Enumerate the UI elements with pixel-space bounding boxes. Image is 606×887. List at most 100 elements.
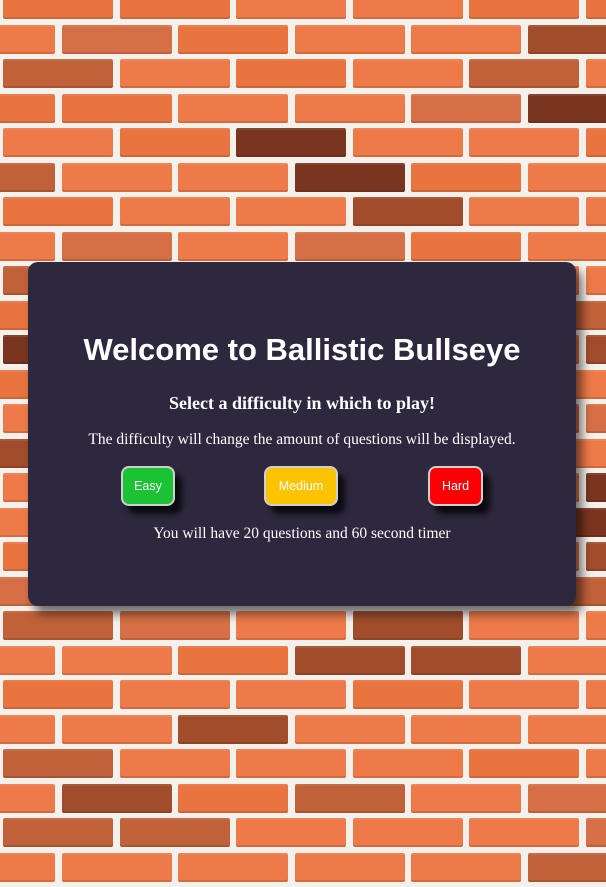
brick <box>527 162 606 192</box>
brick <box>352 197 463 226</box>
brick <box>585 0 606 19</box>
brick <box>178 645 288 675</box>
difficulty-prompt: Select a difficulty in which to play! <box>169 393 435 413</box>
brick <box>3 0 113 19</box>
brick <box>411 714 521 744</box>
brick <box>61 783 172 813</box>
brick <box>469 818 579 847</box>
brick <box>527 645 606 675</box>
brick <box>0 783 55 813</box>
brick <box>119 749 230 778</box>
brick <box>352 128 463 157</box>
brick <box>119 611 230 640</box>
brick <box>352 0 463 19</box>
brick <box>352 818 463 847</box>
brick <box>119 197 230 226</box>
brick <box>236 0 346 19</box>
brick <box>178 714 288 744</box>
brick <box>469 0 579 19</box>
brick <box>527 783 606 813</box>
brick <box>469 611 579 640</box>
brick <box>178 93 288 123</box>
brick <box>0 162 55 192</box>
brick <box>61 93 172 123</box>
brick <box>411 162 521 192</box>
brick <box>236 128 346 157</box>
brick <box>294 852 405 882</box>
brick <box>3 197 113 226</box>
brick <box>236 680 346 709</box>
brick <box>294 24 405 54</box>
brick <box>0 645 55 675</box>
brick <box>236 611 346 640</box>
medium-button[interactable]: Medium <box>264 466 338 506</box>
brick <box>0 852 55 882</box>
brick <box>0 714 55 744</box>
brick <box>352 59 463 88</box>
brick <box>3 611 113 640</box>
brick <box>61 645 172 675</box>
timer-info: You will have 20 questions and 60 second… <box>153 525 451 542</box>
brick <box>178 24 288 54</box>
brick <box>3 818 113 847</box>
brick <box>469 680 579 709</box>
brick <box>527 714 606 744</box>
page-title: Welcome to Ballistic Bullseye <box>83 332 521 367</box>
brick <box>236 197 346 226</box>
brick <box>411 783 521 813</box>
brick <box>294 93 405 123</box>
brick <box>3 59 113 88</box>
brick <box>585 128 606 157</box>
brick <box>527 231 606 261</box>
brick <box>119 680 230 709</box>
brick <box>119 128 230 157</box>
brick <box>469 59 579 88</box>
brick <box>527 24 606 54</box>
brick <box>61 852 172 882</box>
brick <box>585 818 606 847</box>
brick <box>411 852 521 882</box>
brick <box>585 266 606 295</box>
brick <box>3 749 113 778</box>
brick <box>178 231 288 261</box>
brick <box>411 24 521 54</box>
brick <box>585 404 606 433</box>
brick <box>469 749 579 778</box>
brick <box>585 611 606 640</box>
welcome-panel: Welcome to Ballistic Bullseye Select a d… <box>28 262 576 606</box>
brick <box>352 749 463 778</box>
brick <box>585 335 606 364</box>
brick <box>61 714 172 744</box>
brick <box>61 162 172 192</box>
brick <box>585 197 606 226</box>
brick <box>178 162 288 192</box>
brick <box>119 59 230 88</box>
hard-button[interactable]: Hard <box>428 466 483 506</box>
brick <box>585 680 606 709</box>
brick <box>119 818 230 847</box>
brick <box>0 231 55 261</box>
brick <box>411 93 521 123</box>
brick <box>61 24 172 54</box>
brick <box>178 783 288 813</box>
brick <box>411 231 521 261</box>
brick <box>411 645 521 675</box>
brick <box>469 128 579 157</box>
brick <box>585 473 606 502</box>
brick <box>236 749 346 778</box>
easy-button[interactable]: Easy <box>121 466 175 506</box>
brick <box>585 542 606 571</box>
brick <box>527 93 606 123</box>
brick <box>178 852 288 882</box>
brick <box>294 162 405 192</box>
brick <box>585 59 606 88</box>
brick <box>119 0 230 19</box>
brick <box>294 783 405 813</box>
brick <box>0 24 55 54</box>
brick <box>294 714 405 744</box>
brick <box>236 818 346 847</box>
brick <box>585 749 606 778</box>
brick <box>469 197 579 226</box>
brick <box>294 231 405 261</box>
brick <box>3 680 113 709</box>
